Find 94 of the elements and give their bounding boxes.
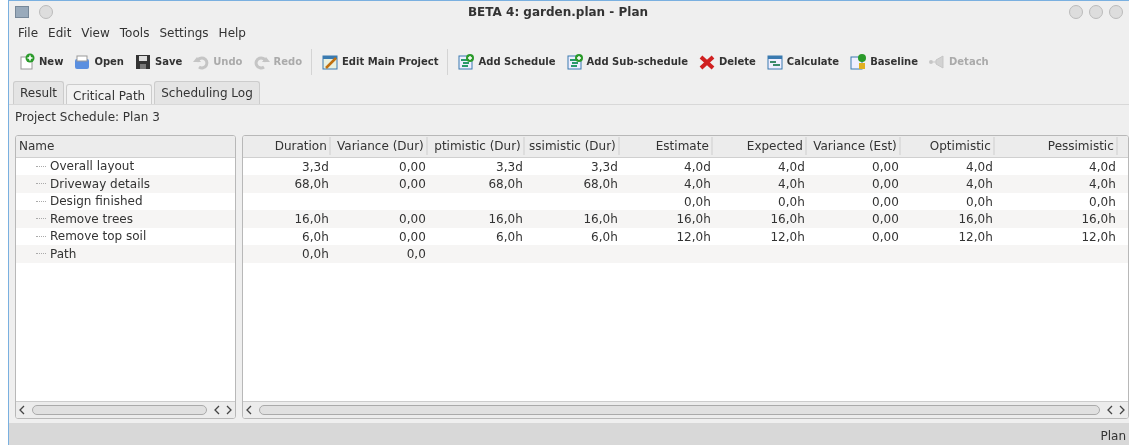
table-cell-text: 68,0h — [293, 176, 330, 193]
menu-item[interactable]: Tools — [114, 23, 155, 42]
tab[interactable]: Critical Path — [66, 83, 153, 104]
column-header[interactable]: ssimistic (Dur) — [528, 137, 620, 156]
menu-item[interactable]: Settings — [154, 23, 214, 42]
column-header[interactable]: Duration — [242, 137, 331, 156]
table-cell-text: 16,0h — [1080, 211, 1117, 228]
scroll-left-icon[interactable] — [18, 405, 26, 416]
tab[interactable]: Result — [13, 80, 65, 104]
table-cell-text: 0,0h — [683, 193, 712, 211]
tree-item[interactable]: Design finished — [50, 192, 143, 211]
table-cell-text: 6,0h — [495, 228, 524, 246]
toolbar-button[interactable]: Add Schedule — [452, 50, 561, 73]
table-cell-text: 0,00 — [871, 158, 900, 176]
folder-icon — [73, 52, 92, 71]
chart-icon — [765, 52, 784, 71]
table-cell-text: 16,0h — [487, 211, 524, 228]
table-cell-text: 68,0h — [487, 176, 524, 193]
speaker-icon — [928, 52, 947, 71]
schedule-label: Project Schedule: Plan 3 — [14, 108, 161, 126]
table-cell-text: 4,0h — [965, 176, 994, 193]
table-cell-text: 16,0h — [582, 211, 619, 228]
table-cell-text: 12,0h — [769, 228, 806, 246]
tree-item[interactable]: Overall layout — [50, 157, 135, 176]
table-cell-text: 0,00 — [871, 193, 900, 211]
pencil-chart-icon — [321, 52, 339, 71]
scroll-left-icon[interactable] — [244, 405, 253, 416]
table-cell-text: 0,00 — [398, 176, 427, 193]
table-cell-text: 0,00 — [871, 211, 900, 228]
toolbar-button[interactable]: Delete — [693, 50, 761, 73]
table-cell-text: 3,3d — [495, 158, 524, 176]
window-title: BETA 4: garden.plan - Plan — [466, 3, 650, 21]
table-cell-text: 4,0h — [1088, 176, 1117, 193]
table-cell-text: 0,0h — [777, 193, 806, 211]
table-cell-text: 0,00 — [871, 176, 900, 193]
table-cell-text: 12,0h — [1080, 228, 1117, 246]
scrollbar-thumb[interactable] — [258, 405, 1100, 416]
table-cell-text: 4,0d — [965, 158, 994, 176]
toolbar-button[interactable]: Save — [128, 50, 188, 73]
menu-item[interactable]: Edit — [43, 23, 77, 42]
scrollbar-thumb[interactable] — [32, 405, 207, 416]
column-header[interactable]: Estimate — [623, 137, 713, 156]
table-cell-text: 12,0h — [675, 228, 712, 246]
table-cell-text: 4,0h — [683, 176, 712, 193]
column-header[interactable]: ptimistic (Dur) — [431, 137, 525, 156]
table-cell-text: 4,0h — [777, 176, 806, 193]
chart-plus-icon — [565, 52, 584, 71]
tree-item[interactable]: Remove top soil — [50, 227, 147, 246]
status-text: Plan — [1100, 428, 1127, 445]
tab[interactable]: Scheduling Log — [154, 80, 260, 104]
table-cell-text: 6,0h — [301, 228, 330, 246]
column-header[interactable]: Optimistic — [904, 137, 995, 156]
scroll-right-icon[interactable] — [1118, 405, 1126, 416]
table-cell-text: 4,0d — [1088, 158, 1117, 176]
toolbar-button[interactable]: New — [13, 50, 69, 73]
table-cell-text: 0,0 — [405, 246, 427, 263]
table-cell-text: 4,0d — [683, 158, 712, 176]
toolbar-button[interactable]: Calculate — [760, 50, 845, 73]
table-cell-text: 0,00 — [398, 228, 427, 246]
new-document-icon — [18, 52, 36, 71]
table-cell-text: 0,0h — [1088, 193, 1117, 211]
table-cell-text: 0,00 — [398, 158, 427, 176]
tree-item[interactable]: Path — [50, 244, 77, 263]
column-header[interactable]: Pessimistic — [998, 137, 1118, 156]
chart-plus-icon — [457, 52, 476, 71]
table-cell-text: 16,0h — [957, 211, 994, 228]
table-cell-text: 6,0h — [590, 228, 619, 246]
column-header[interactable]: Expected — [716, 137, 807, 156]
menu-item[interactable]: View — [76, 23, 115, 42]
table-cell-text: 0,0h — [301, 246, 330, 263]
menu-item[interactable]: Help — [213, 23, 251, 42]
table-cell-text: 16,0h — [769, 211, 806, 228]
column-header[interactable]: Variance (Dur) — [334, 137, 428, 156]
toolbar-button[interactable]: Edit Main Project — [316, 50, 444, 73]
table-cell-text: 3,3d — [590, 158, 619, 176]
menu-item[interactable]: File — [13, 23, 44, 42]
table-cell-text: 16,0h — [293, 211, 330, 228]
table-cell-text: 0,0h — [965, 193, 994, 211]
toolbar-button[interactable]: Open — [68, 50, 129, 73]
toolbar-button[interactable]: Add Sub-schedule — [560, 50, 693, 73]
table-cell-text: 12,0h — [957, 228, 994, 246]
column-header[interactable]: Variance (Est) — [810, 137, 901, 156]
scroll-left-icon[interactable] — [1106, 405, 1114, 416]
scroll-right-icon[interactable] — [224, 405, 233, 416]
table-cell-text: 0,00 — [398, 211, 427, 228]
table-cell-text: 3,3d — [301, 158, 330, 176]
table-cell-text: 16,0h — [675, 211, 712, 228]
column-header[interactable]: Name — [16, 137, 55, 156]
app-icon — [15, 5, 29, 18]
scroll-left-icon[interactable] — [212, 405, 221, 416]
table-cell-text: 0,00 — [871, 228, 900, 246]
table-cell-text: 68,0h — [582, 176, 619, 193]
toolbar-button[interactable]: Baseline — [844, 50, 924, 73]
table-cell-text: 4,0d — [777, 158, 806, 176]
